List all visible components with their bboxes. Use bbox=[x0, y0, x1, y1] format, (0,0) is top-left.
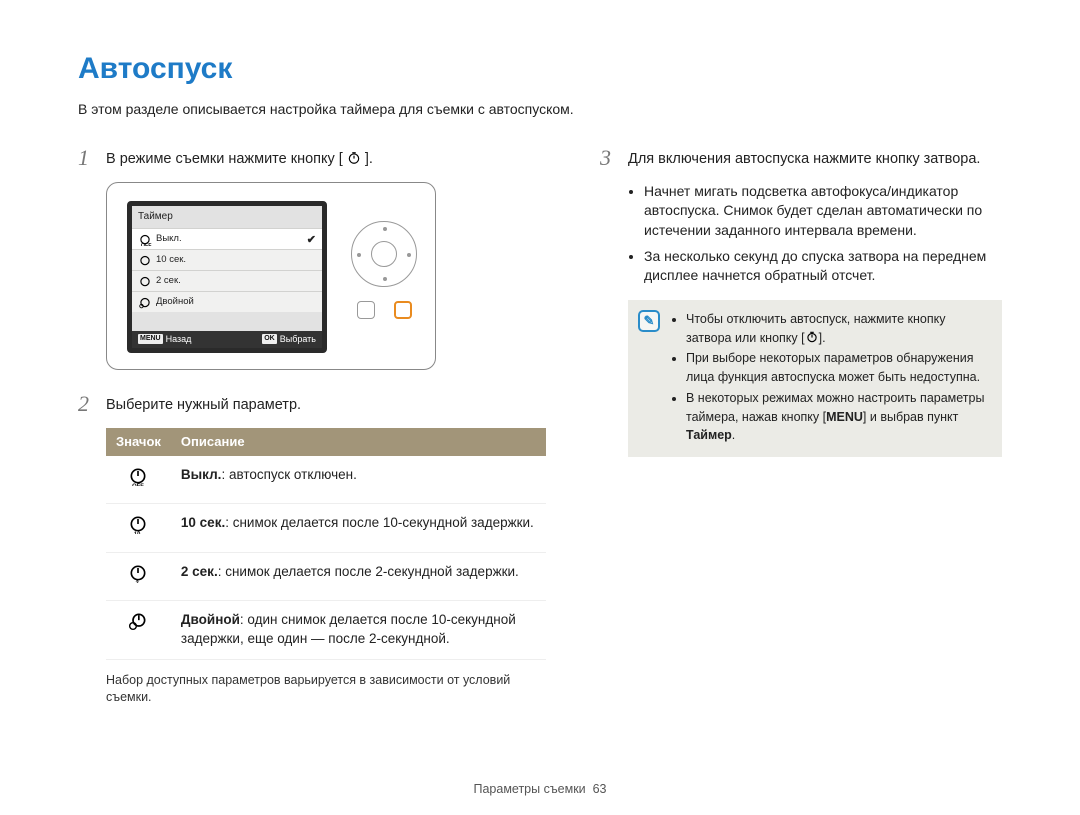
row-2s-desc: 2 сек.: снимок делается после 2-секундно… bbox=[171, 552, 546, 600]
back-hint: MENU Назад bbox=[132, 333, 256, 346]
menu-item-10s-label: 10 сек. bbox=[156, 253, 186, 266]
svg-text:10: 10 bbox=[134, 532, 140, 534]
table-row: 10 10 сек.: снимок делается после 10-сек… bbox=[106, 504, 546, 552]
info-list: Чтобы отключить автоспуск, нажмите кнопк… bbox=[686, 310, 990, 447]
step-3: 3 Для включения автоспуска нажмите кнопк… bbox=[600, 146, 1002, 170]
two-column-layout: 1 В режиме съемки нажмите кнопку [ ]. Та… bbox=[78, 146, 1002, 707]
left-column: 1 В режиме съемки нажмите кнопку [ ]. Та… bbox=[78, 146, 546, 707]
ok-hint: OK Выбрать bbox=[256, 333, 322, 346]
back-label: Назад bbox=[166, 333, 192, 346]
svg-text:2: 2 bbox=[136, 580, 140, 582]
row-off-desc: Выкл.: автоспуск отключен. bbox=[171, 456, 546, 504]
step-3-text: Для включения автоспуска нажмите кнопку … bbox=[628, 146, 980, 170]
row-2s-icon: 2 bbox=[106, 552, 171, 600]
row-double-icon bbox=[106, 600, 171, 659]
info-box: ✎ Чтобы отключить автоспуск, нажмите кно… bbox=[628, 300, 1002, 457]
ok-key-badge: OK bbox=[262, 334, 277, 344]
small-buttons-row bbox=[347, 301, 421, 319]
camera-controls bbox=[347, 221, 421, 319]
screen-bottom-bar: MENU Назад OK Выбрать bbox=[132, 331, 322, 348]
list-item: За несколько секунд до спуска затвора на… bbox=[644, 247, 1002, 286]
step-1-text-b: ]. bbox=[365, 151, 373, 167]
menu-item-2s-label: 2 сек. bbox=[156, 274, 181, 287]
table-row: Двойной: один снимок делается после 10-с… bbox=[106, 600, 546, 659]
footer-page-number: 63 bbox=[593, 782, 607, 796]
page-footer: Параметры съемки 63 bbox=[0, 781, 1080, 799]
camera-body: Таймер OFF Выкл. ✔ 10 сек. bbox=[106, 182, 436, 370]
step-2: 2 Выберите нужный параметр. bbox=[78, 392, 546, 416]
timer-icon bbox=[347, 151, 365, 167]
row-10s-icon: 10 bbox=[106, 504, 171, 552]
step-1-text-a: В режиме съемки нажмите кнопку [ bbox=[106, 151, 343, 167]
svg-text:OFF: OFF bbox=[133, 484, 145, 486]
small-button-2-highlighted bbox=[394, 301, 412, 319]
row-off-icon: OFF bbox=[106, 456, 171, 504]
camera-illustration: Таймер OFF Выкл. ✔ 10 сек. bbox=[106, 182, 436, 370]
screen-menu-title: Таймер bbox=[132, 206, 322, 228]
row-10s-desc: 10 сек.: снимок делается после 10-секунд… bbox=[171, 504, 546, 552]
table-header-row: Значок Описание bbox=[106, 428, 546, 456]
table-row: 2 2 сек.: снимок делается после 2-секунд… bbox=[106, 552, 546, 600]
step-1-text: В режиме съемки нажмите кнопку [ ]. bbox=[106, 146, 373, 170]
menu-item-off: OFF Выкл. ✔ bbox=[132, 228, 322, 249]
info-icon: ✎ bbox=[638, 310, 660, 332]
page-title: Автоспуск bbox=[78, 48, 1002, 90]
timer-double-icon bbox=[138, 295, 152, 309]
list-item: Начнет мигать подсветка автофокуса/индик… bbox=[644, 182, 1002, 241]
step-1-number: 1 bbox=[78, 146, 106, 170]
right-column: 3 Для включения автоспуска нажмите кнопк… bbox=[600, 146, 1002, 707]
ok-label: Выбрать bbox=[280, 333, 316, 346]
th-icon: Значок bbox=[106, 428, 171, 456]
step-1: 1 В режиме съемки нажмите кнопку [ ]. bbox=[78, 146, 546, 170]
under-table-note: Набор доступных параметров варьируется в… bbox=[106, 672, 546, 707]
check-icon: ✔ bbox=[307, 233, 316, 248]
menu-key-text: MENU bbox=[826, 410, 863, 424]
menu-item-10s: 10 сек. bbox=[132, 249, 322, 270]
small-button-1 bbox=[357, 301, 375, 319]
intro-text: В этом разделе описывается настройка тай… bbox=[78, 100, 1002, 120]
info-item-2: При выборе некоторых параметров обнаруже… bbox=[686, 349, 990, 387]
timer-2s-icon bbox=[138, 274, 152, 288]
th-desc: Описание bbox=[171, 428, 546, 456]
info-item-1: Чтобы отключить автоспуск, нажмите кнопк… bbox=[686, 310, 990, 348]
step-2-text: Выберите нужный параметр. bbox=[106, 392, 301, 416]
step-2-number: 2 bbox=[78, 392, 106, 416]
timer-10s-icon bbox=[138, 253, 152, 267]
dpad bbox=[351, 221, 417, 287]
svg-text:OFF: OFF bbox=[141, 243, 152, 246]
options-table: Значок Описание OFF Выкл.: автоспуск отк… bbox=[106, 428, 546, 660]
info-item-3: В некоторых режимах можно настроить пара… bbox=[686, 389, 990, 445]
menu-item-off-label: Выкл. bbox=[156, 232, 182, 245]
footer-section: Параметры съемки bbox=[473, 782, 585, 796]
step-3-number: 3 bbox=[600, 146, 628, 170]
timer-icon bbox=[805, 331, 819, 345]
step-3-sublist: Начнет мигать подсветка автофокуса/индик… bbox=[628, 182, 1002, 286]
camera-screen: Таймер OFF Выкл. ✔ 10 сек. bbox=[127, 201, 327, 353]
menu-item-2s: 2 сек. bbox=[132, 270, 322, 291]
row-double-desc: Двойной: один снимок делается после 10-с… bbox=[171, 600, 546, 659]
menu-key-badge: MENU bbox=[138, 334, 163, 344]
table-row: OFF Выкл.: автоспуск отключен. bbox=[106, 456, 546, 504]
menu-item-double: Двойной bbox=[132, 291, 322, 312]
timer-off-icon: OFF bbox=[138, 232, 152, 246]
menu-item-double-label: Двойной bbox=[156, 295, 194, 308]
